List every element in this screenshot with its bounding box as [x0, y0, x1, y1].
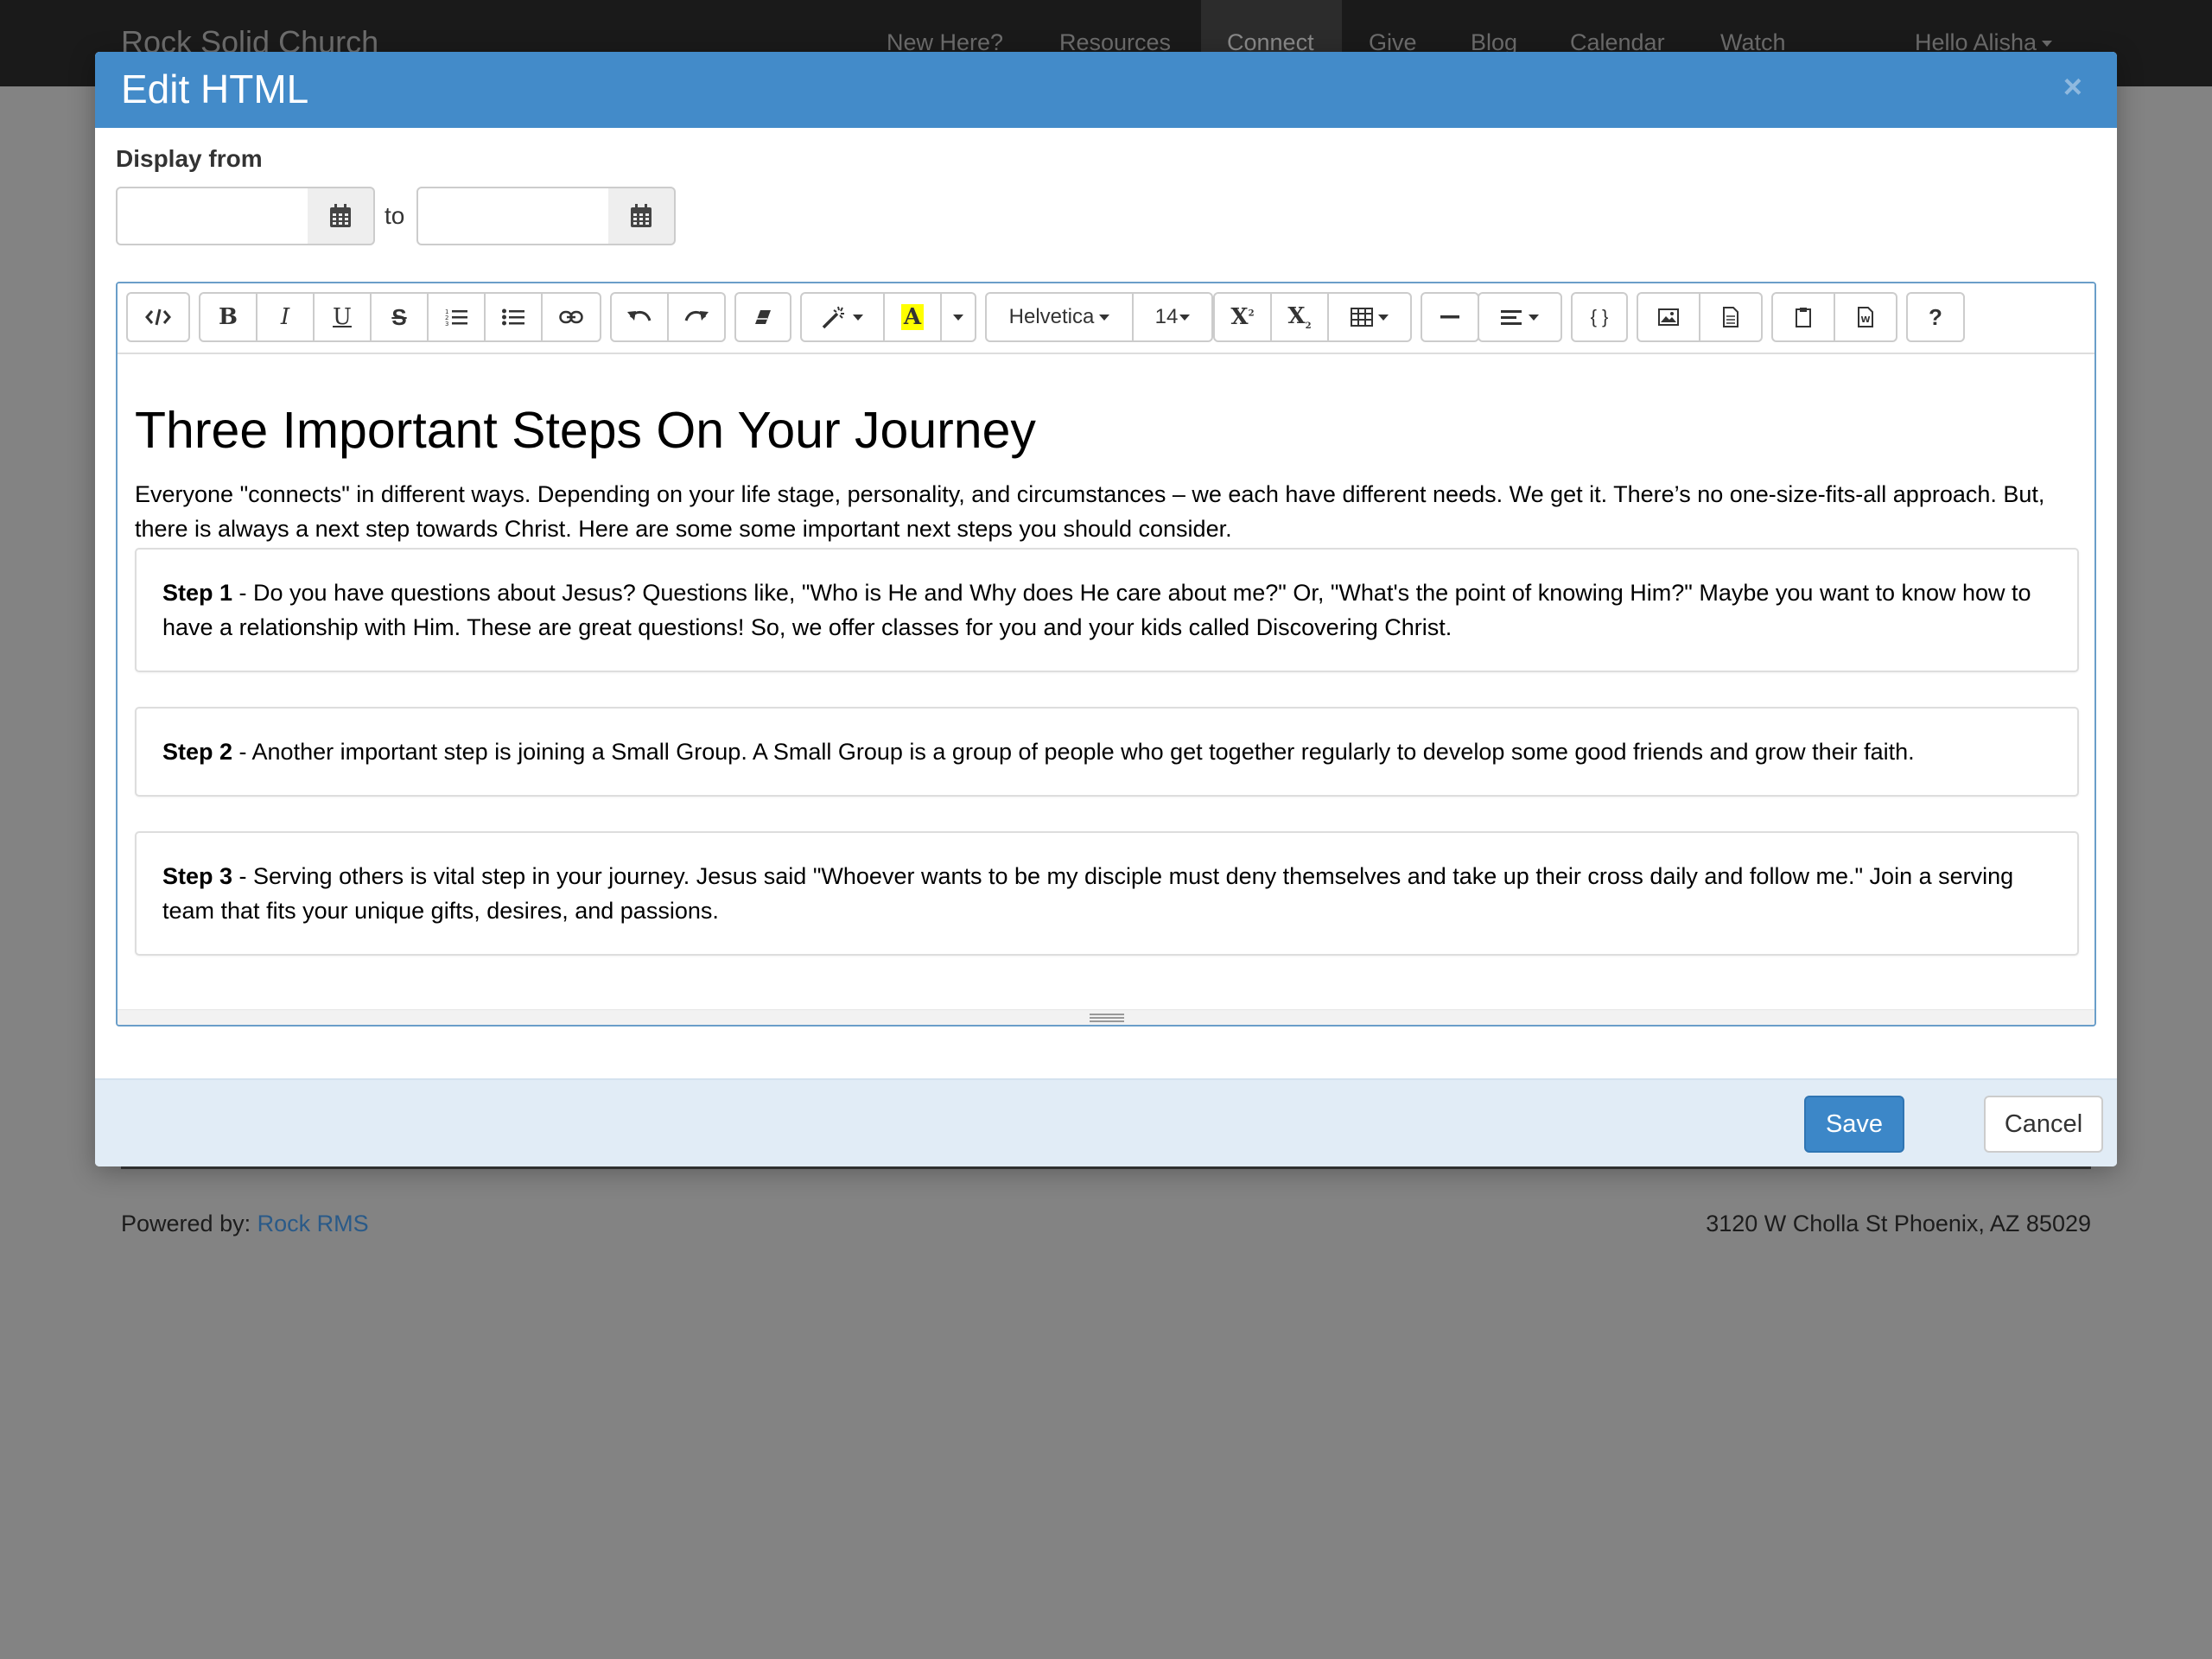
step-label: Step 3	[162, 863, 233, 889]
resize-grip-icon	[1090, 1014, 1124, 1022]
strikethrough-icon: S	[391, 303, 407, 330]
magic-wand-icon	[822, 306, 844, 329]
html-editor: B I U S 123 A Helvetica 14 X2 X2 {} W ?…	[116, 282, 2096, 1027]
undo-icon	[627, 311, 652, 321]
code-view-button[interactable]	[126, 292, 190, 342]
footer-divider	[121, 1166, 2091, 1169]
clear-format-button[interactable]	[734, 292, 791, 342]
content-intro: Everyone "connects" in different ways. D…	[135, 481, 2045, 542]
italic-button[interactable]: I	[257, 292, 315, 342]
insert-document-button[interactable]	[1700, 292, 1763, 342]
content-heading: Three Important Steps On Your Journey	[135, 402, 1036, 459]
table-icon	[1351, 308, 1373, 327]
subscript-icon: X2	[1287, 302, 1312, 332]
code-icon	[145, 308, 171, 326]
table-dropdown[interactable]	[1329, 292, 1412, 342]
ordered-list-icon: 123	[445, 308, 467, 327]
footer-address: 3120 W Cholla St Phoenix, AZ 85029	[1706, 1211, 2091, 1236]
chevron-down-icon	[853, 314, 863, 321]
calendar-icon	[330, 204, 351, 227]
superscript-button[interactable]: X2	[1213, 292, 1272, 342]
font-size-value: 14	[1154, 305, 1179, 328]
paragraph-align-dropdown[interactable]	[1478, 292, 1562, 342]
help-icon: ?	[1929, 303, 1942, 330]
merge-field-button[interactable]: { }	[1571, 292, 1628, 342]
font-color-dropdown[interactable]	[942, 292, 976, 342]
date-to-label: to	[385, 202, 405, 229]
editor-content[interactable]: Three Important Steps On Your Journey Ev…	[118, 356, 2094, 1004]
strikethrough-button[interactable]: S	[372, 292, 429, 342]
close-icon[interactable]: ×	[2063, 69, 2082, 106]
undo-button[interactable]	[610, 292, 669, 342]
chevron-down-icon	[1179, 314, 1191, 321]
document-icon	[1723, 307, 1738, 327]
calendar-to-button[interactable]	[608, 187, 676, 245]
eraser-icon	[755, 310, 771, 324]
unordered-list-icon	[502, 308, 524, 326]
font-size-dropdown[interactable]: 14	[1134, 292, 1213, 342]
chevron-down-icon	[2042, 41, 2053, 48]
redo-button[interactable]	[669, 292, 726, 342]
subscript-button[interactable]: X2	[1272, 292, 1329, 342]
editor-resize-handle[interactable]	[118, 1009, 2094, 1025]
horizontal-rule-icon	[1440, 315, 1459, 319]
unordered-list-button[interactable]	[486, 292, 543, 342]
step-label: Step 2	[162, 739, 233, 765]
underline-icon: U	[333, 304, 352, 330]
align-left-icon	[1501, 310, 1522, 325]
image-icon	[1658, 308, 1679, 326]
cancel-button[interactable]: Cancel	[1984, 1096, 2103, 1153]
chevron-down-icon	[1099, 314, 1110, 321]
link-button[interactable]	[543, 292, 601, 342]
ordered-list-button[interactable]: 123	[429, 292, 486, 342]
bold-icon: B	[219, 304, 238, 330]
rock-rms-link[interactable]: Rock RMS	[257, 1211, 369, 1236]
underline-button[interactable]: U	[315, 292, 372, 342]
chevron-down-icon	[953, 314, 963, 321]
step-card: Step 1 - Do you have questions about Jes…	[135, 548, 2079, 672]
svg-text:3: 3	[445, 321, 448, 327]
word-document-icon: W	[1858, 307, 1873, 327]
step-label: Step 1	[162, 580, 233, 606]
edit-html-modal: Edit HTML × Display from to B I U S 1 2 …	[95, 52, 2117, 1166]
help-button[interactable]: ?	[1906, 292, 1965, 342]
step-card: Step 3 - Serving others is vital step in…	[135, 831, 2079, 956]
display-from-label: Display from	[116, 145, 263, 172]
step-card: Step 2 - Another important step is joini…	[135, 707, 2079, 797]
svg-text:W: W	[1861, 315, 1871, 325]
braces-icon: { }	[1590, 306, 1609, 327]
superscript-icon: X2	[1230, 304, 1255, 330]
italic-icon: I	[280, 304, 290, 330]
display-to-input[interactable]	[416, 187, 610, 245]
paste-from-word-button[interactable]: W	[1835, 292, 1897, 342]
powered-by-label: Powered by:	[121, 1211, 257, 1236]
step-text: - Another important step is joining a Sm…	[232, 739, 1915, 765]
insert-image-button[interactable]	[1637, 292, 1700, 342]
editor-toolbar: B I U S 123 A Helvetica 14 X2 X2 {} W ?	[118, 283, 2094, 354]
font-color-icon: A	[900, 304, 925, 330]
chevron-down-icon	[1378, 314, 1389, 321]
paste-text-button[interactable]	[1771, 292, 1835, 342]
display-from-input[interactable]	[116, 187, 309, 245]
font-color-button[interactable]: A	[885, 292, 942, 342]
link-icon	[559, 310, 583, 324]
modal-title: Edit HTML	[121, 67, 309, 111]
powered-by: Powered by: Rock RMS	[121, 1211, 369, 1237]
redo-icon	[684, 311, 709, 321]
modal-footer: Save Cancel	[95, 1078, 2117, 1166]
modal-header: Edit HTML ×	[95, 52, 2117, 128]
calendar-icon	[631, 204, 652, 227]
calendar-from-button[interactable]	[308, 187, 375, 245]
chevron-down-icon	[1529, 314, 1539, 321]
font-family-dropdown[interactable]: Helvetica	[985, 292, 1134, 342]
style-dropdown[interactable]	[800, 292, 885, 342]
save-button[interactable]: Save	[1804, 1096, 1904, 1153]
step-text: - Do you have questions about Jesus? Que…	[162, 580, 2031, 640]
step-text: - Serving others is vital step in your j…	[162, 863, 2014, 924]
bold-button[interactable]: B	[199, 292, 257, 342]
horizontal-rule-button[interactable]	[1421, 292, 1479, 342]
font-family-value: Helvetica	[1008, 305, 1095, 328]
clipboard-icon	[1796, 308, 1811, 327]
